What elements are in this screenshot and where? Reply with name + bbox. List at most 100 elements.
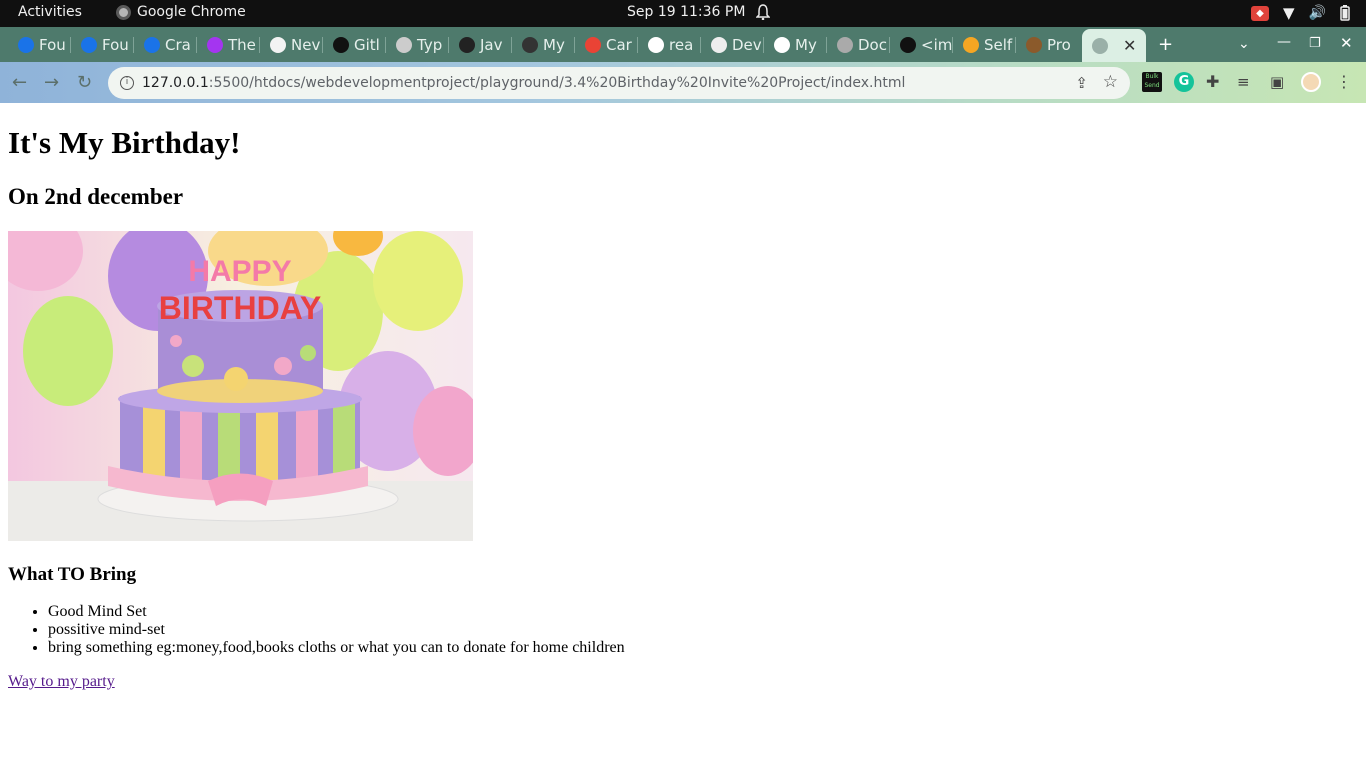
tab-label: Car [606, 36, 632, 54]
github-icon [333, 37, 349, 53]
tab-label: Fou [102, 36, 129, 54]
minimize-button[interactable]: — [1277, 34, 1291, 50]
tab-active[interactable]: ✕ [1082, 29, 1146, 62]
tab-label: Doc [858, 36, 887, 54]
bookmark-icon [270, 37, 286, 53]
indicator-icon[interactable]: ◆ [1251, 5, 1270, 21]
tab-2[interactable]: Cra [134, 32, 196, 58]
search-doc-icon [711, 37, 727, 53]
close-tab-icon[interactable]: ✕ [1123, 36, 1136, 55]
globe-icon [837, 37, 853, 53]
tab-separator [133, 37, 134, 53]
coursera-icon [81, 37, 97, 53]
side-panel-icon[interactable]: ▣ [1270, 72, 1290, 92]
url-host: 127.0.0.1 [142, 75, 209, 91]
bookmark-star-icon[interactable]: ☆ [1103, 72, 1118, 92]
cake-candle-text: HAPPY [188, 255, 291, 288]
page-subtitle: On 2nd december [8, 184, 184, 209]
birthday-cake-image: HAPPY BIRTHDAY [8, 231, 473, 541]
tab-separator [952, 37, 953, 53]
tab-11[interactable]: Dev [701, 32, 763, 58]
svg-text:BIRTHDAY: BIRTHDAY [159, 290, 321, 326]
back-button[interactable]: ← [12, 72, 27, 93]
tab-label: The [228, 36, 256, 54]
tab-1[interactable]: Fou [71, 32, 133, 58]
tab-5[interactable]: Gitl [323, 32, 385, 58]
tab-label: rea [669, 36, 694, 54]
tab-15[interactable]: Self [953, 32, 1015, 58]
tab-16[interactable]: Pro [1016, 32, 1078, 58]
udemy-icon [207, 37, 223, 53]
tab-3[interactable]: The [197, 32, 259, 58]
address-bar[interactable]: i 127.0.0.1:5500/htdocs/webdevelopmentpr… [108, 67, 1130, 99]
battery-icon [1340, 5, 1350, 21]
volume-icon: 🔊 [1308, 5, 1326, 21]
tab-13[interactable]: Doc [827, 32, 889, 58]
tab-separator [574, 37, 575, 53]
tab-separator [889, 37, 890, 53]
notification-bell-icon [756, 4, 770, 20]
tab-label: Self [984, 36, 1013, 54]
picture-icon [1026, 37, 1042, 53]
url-path: :5500/htdocs/webdevelopmentproject/playg… [208, 75, 906, 91]
wifi-icon: ▼ [1283, 4, 1295, 22]
profile-avatar[interactable] [1301, 72, 1321, 92]
bulk-send-extension-icon[interactable]: Bulk Send [1142, 72, 1162, 92]
share-icon[interactable]: ⇪ [1075, 74, 1088, 92]
profile-icon [774, 37, 790, 53]
tab-separator [700, 37, 701, 53]
tab-search-chevron-icon[interactable]: ⌄ [1238, 36, 1250, 52]
google-icon [648, 37, 664, 53]
reload-button[interactable]: ↻ [77, 72, 92, 93]
tab-strip: Fou Fou Cra The Nev Gitl Typ Jav My Car rea Dev My Do… [0, 27, 1366, 62]
new-tab-button[interactable]: + [1158, 34, 1173, 55]
tab-6[interactable]: Typ [386, 32, 448, 58]
tab-4[interactable]: Nev [260, 32, 322, 58]
clock[interactable]: Sep 19 11:36 PM [627, 4, 745, 20]
tab-10[interactable]: rea [638, 32, 700, 58]
browser-toolbar: ← → ↻ i 127.0.0.1:5500/htdocs/webdevelop… [0, 62, 1366, 103]
extensions-puzzle-icon[interactable]: ✚ [1206, 72, 1226, 92]
tab-separator [763, 37, 764, 53]
tab-label: Typ [417, 36, 443, 54]
tab-label: Gitl [354, 36, 380, 54]
chrome-menu-icon[interactable]: ⋮ [1336, 72, 1352, 92]
page-content: It's My Birthday! On 2nd december HAPPY … [0, 103, 1366, 768]
app-name: Google Chrome [137, 4, 246, 20]
activities-button[interactable]: Activities [18, 4, 82, 20]
app-menu[interactable]: Google Chrome [116, 4, 246, 20]
list-item: Good Mind Set [48, 603, 625, 621]
tab-label: Cra [165, 36, 191, 54]
close-window-button[interactable]: ✕ [1340, 34, 1353, 52]
forward-button[interactable]: → [44, 72, 59, 93]
tab-separator [826, 37, 827, 53]
tab-separator [70, 37, 71, 53]
tab-9[interactable]: Car [575, 32, 637, 58]
site-info-icon[interactable]: i [120, 76, 134, 90]
maximize-button[interactable]: ❐ [1309, 36, 1321, 51]
tab-separator [448, 37, 449, 53]
tab-separator [1015, 37, 1016, 53]
tab-separator [637, 37, 638, 53]
grammarly-extension-icon[interactable]: G [1174, 72, 1194, 92]
globe-icon [1092, 37, 1108, 54]
coursera-icon [144, 37, 160, 53]
tab-label: Dev [732, 36, 762, 54]
system-top-bar: Activities Google Chrome Sep 19 11:36 PM… [0, 0, 1366, 27]
tab-0[interactable]: Fou [8, 32, 70, 58]
tab-7[interactable]: Jav [449, 32, 511, 58]
tab-label: Nev [291, 36, 321, 54]
party-directions-link[interactable]: Way to my party [8, 673, 115, 691]
tab-8[interactable]: My [512, 32, 574, 58]
tab-separator [322, 37, 323, 53]
list-item: possitive mind-set [48, 621, 625, 639]
tab-14[interactable]: <im [890, 32, 952, 58]
coursera-icon [18, 37, 34, 53]
media-controls-icon[interactable]: ≡ [1237, 72, 1257, 92]
system-tray[interactable]: ◆ ▼ 🔊 [1251, 4, 1350, 22]
tab-separator [385, 37, 386, 53]
chrome-icon [116, 4, 131, 20]
code-icon [459, 37, 475, 53]
tab-label: Pro [1047, 36, 1071, 54]
tab-12[interactable]: My [764, 32, 826, 58]
